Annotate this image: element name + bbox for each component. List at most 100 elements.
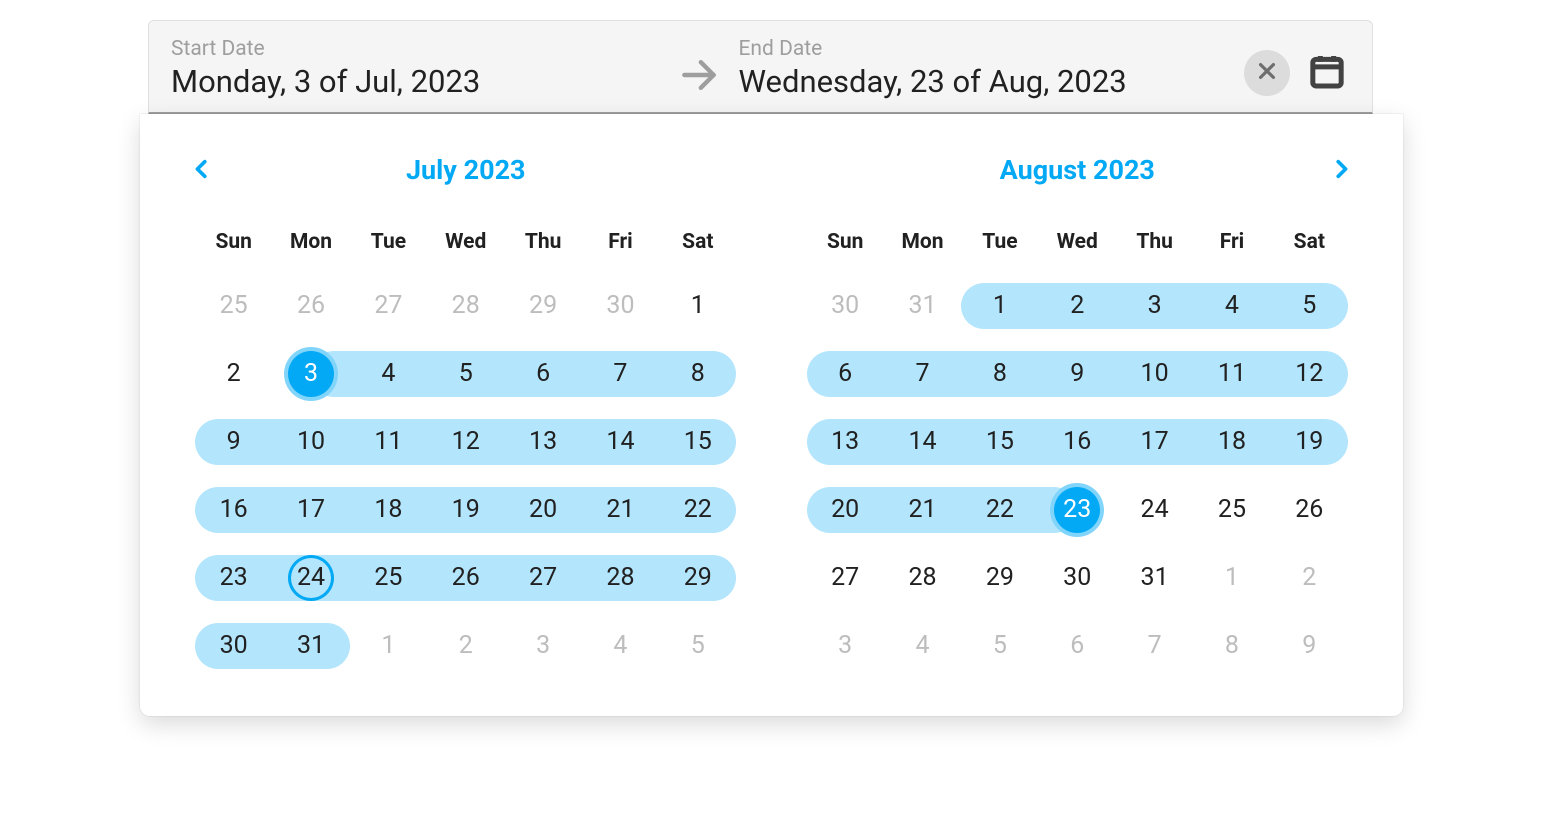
calendar-day[interactable]: 22	[659, 476, 736, 544]
calendar-day[interactable]: 31	[1116, 544, 1193, 612]
calendar-day[interactable]: 17	[272, 476, 349, 544]
calendar-day[interactable]: 8	[961, 340, 1038, 408]
calendar-day[interactable]: 29	[659, 544, 736, 612]
calendar-day[interactable]: 26	[427, 544, 504, 612]
calendar-day[interactable]: 1	[350, 612, 427, 680]
day-number[interactable]: 29	[977, 555, 1023, 601]
calendar-day[interactable]: 13	[807, 408, 884, 476]
calendar-day[interactable]: 16	[1039, 408, 1116, 476]
calendar-day[interactable]: 3	[272, 340, 349, 408]
day-number[interactable]: 29	[520, 283, 566, 329]
calendar-day[interactable]: 12	[1271, 340, 1348, 408]
day-number[interactable]: 14	[900, 419, 946, 465]
calendar-day[interactable]: 6	[1039, 612, 1116, 680]
calendar-day[interactable]: 2	[427, 612, 504, 680]
calendar-day[interactable]: 16	[195, 476, 272, 544]
day-number[interactable]: 26	[443, 555, 489, 601]
calendar-day[interactable]: 30	[807, 272, 884, 340]
calendar-day[interactable]: 30	[582, 272, 659, 340]
calendar-day[interactable]: 4	[350, 340, 427, 408]
day-number[interactable]: 9	[211, 419, 257, 465]
calendar-day[interactable]: 8	[1193, 612, 1270, 680]
calendar-day[interactable]: 6	[807, 340, 884, 408]
day-number[interactable]: 25	[211, 283, 257, 329]
calendar-day[interactable]: 29	[504, 272, 581, 340]
calendar-day[interactable]: 18	[1193, 408, 1270, 476]
calendar-day[interactable]: 2	[1039, 272, 1116, 340]
calendar-day[interactable]: 30	[195, 612, 272, 680]
calendar-day[interactable]: 30	[1039, 544, 1116, 612]
day-number[interactable]: 31	[288, 623, 334, 669]
day-number[interactable]: 12	[443, 419, 489, 465]
day-number[interactable]: 22	[977, 487, 1023, 533]
day-number[interactable]: 1	[365, 623, 411, 669]
day-number[interactable]: 16	[211, 487, 257, 533]
day-number[interactable]: 17	[1132, 419, 1178, 465]
day-number[interactable]: 6	[1054, 623, 1100, 669]
start-date-slot[interactable]: Start Date Monday, 3 of Jul, 2023	[171, 37, 659, 100]
calendar-day[interactable]: 13	[504, 408, 581, 476]
day-number[interactable]: 22	[675, 487, 721, 533]
calendar-day[interactable]: 24	[1116, 476, 1193, 544]
day-number[interactable]: 16	[1054, 419, 1100, 465]
day-number[interactable]: 18	[1209, 419, 1255, 465]
day-number[interactable]: 8	[675, 351, 721, 397]
day-number[interactable]: 7	[900, 351, 946, 397]
day-number[interactable]: 26	[288, 283, 334, 329]
calendar-day[interactable]: 15	[659, 408, 736, 476]
calendar-day[interactable]: 2	[195, 340, 272, 408]
day-number[interactable]: 27	[520, 555, 566, 601]
calendar-day[interactable]: 8	[659, 340, 736, 408]
day-number[interactable]: 10	[1132, 351, 1178, 397]
calendar-day[interactable]: 4	[582, 612, 659, 680]
day-number[interactable]: 26	[1286, 487, 1332, 533]
day-number[interactable]: 6	[822, 351, 868, 397]
calendar-day[interactable]: 31	[272, 612, 349, 680]
calendar-day[interactable]: 22	[961, 476, 1038, 544]
day-number[interactable]: 5	[977, 623, 1023, 669]
day-number[interactable]: 8	[977, 351, 1023, 397]
day-number[interactable]: 11	[1209, 351, 1255, 397]
day-number[interactable]: 10	[288, 419, 334, 465]
day-number[interactable]: 2	[1286, 555, 1332, 601]
day-number[interactable]: 19	[443, 487, 489, 533]
day-number[interactable]: 25	[1209, 487, 1255, 533]
day-number[interactable]: 30	[822, 283, 868, 329]
day-number[interactable]: 30	[1054, 555, 1100, 601]
calendar-day[interactable]: 19	[427, 476, 504, 544]
day-number[interactable]: 2	[443, 623, 489, 669]
calendar-day[interactable]: 21	[884, 476, 961, 544]
day-number[interactable]: 29	[675, 555, 721, 601]
day-number[interactable]: 4	[597, 623, 643, 669]
calendar-day[interactable]: 17	[1116, 408, 1193, 476]
calendar-day[interactable]: 1	[961, 272, 1038, 340]
calendar-day[interactable]: 18	[350, 476, 427, 544]
day-number[interactable]: 13	[822, 419, 868, 465]
day-number[interactable]: 31	[900, 283, 946, 329]
calendar-day[interactable]: 10	[272, 408, 349, 476]
day-number[interactable]: 12	[1286, 351, 1332, 397]
calendar-day[interactable]: 19	[1271, 408, 1348, 476]
calendar-day[interactable]: 21	[582, 476, 659, 544]
calendar-day[interactable]: 23	[1039, 476, 1116, 544]
day-number[interactable]: 5	[675, 623, 721, 669]
day-number[interactable]: 1	[1209, 555, 1255, 601]
day-number[interactable]: 20	[822, 487, 868, 533]
calendar-day[interactable]: 1	[659, 272, 736, 340]
day-number[interactable]: 21	[900, 487, 946, 533]
calendar-day[interactable]: 6	[504, 340, 581, 408]
end-date-slot[interactable]: End Date Wednesday, 23 of Aug, 2023	[739, 37, 1227, 100]
calendar-day[interactable]: 7	[1116, 612, 1193, 680]
day-number[interactable]: 7	[1132, 623, 1178, 669]
calendar-day[interactable]: 4	[1193, 272, 1270, 340]
day-number[interactable]: 19	[1286, 419, 1332, 465]
day-number[interactable]: 5	[443, 351, 489, 397]
calendar-day[interactable]: 14	[582, 408, 659, 476]
calendar-day[interactable]: 4	[884, 612, 961, 680]
day-number[interactable]: 28	[443, 283, 489, 329]
day-number[interactable]: 3	[1132, 283, 1178, 329]
calendar-day[interactable]: 11	[350, 408, 427, 476]
calendar-day[interactable]: 28	[884, 544, 961, 612]
day-number[interactable]: 31	[1132, 555, 1178, 601]
day-number[interactable]: 23	[1054, 487, 1100, 533]
